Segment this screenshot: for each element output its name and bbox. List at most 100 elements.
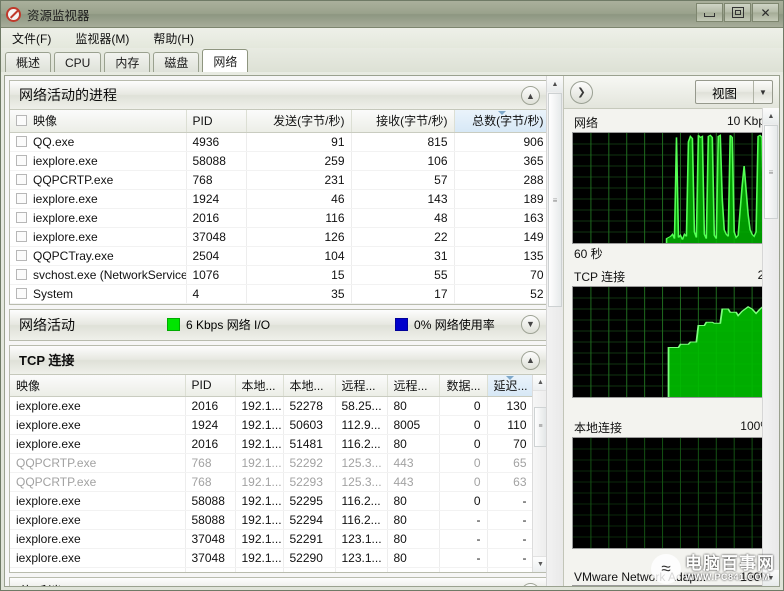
table-row[interactable]: iexplore.exe1924192.1...50603112.9...800… <box>10 416 533 435</box>
cell-remote-port: 8005 <box>387 416 439 435</box>
cell-total: 163 <box>454 208 550 227</box>
scrollbar-thumb[interactable]: ≡ <box>548 93 562 307</box>
row-checkbox[interactable] <box>16 174 27 185</box>
row-checkbox[interactable] <box>16 155 27 166</box>
cell-send: 126 <box>246 227 351 246</box>
table-row[interactable]: System4351752 <box>10 284 550 303</box>
tab-disk[interactable]: 磁盘 <box>153 52 199 72</box>
row-checkbox[interactable] <box>16 250 27 261</box>
col-recv[interactable]: 接收(字节/秒) <box>351 110 454 132</box>
row-checkbox[interactable] <box>16 136 27 147</box>
col-pid[interactable]: PID <box>186 110 246 132</box>
col-local-port[interactable]: 本地... <box>283 375 335 397</box>
col-packet-loss[interactable]: 数据... <box>439 375 487 397</box>
maximize-button[interactable] <box>724 3 751 22</box>
tab-overview[interactable]: 概述 <box>5 52 51 72</box>
chevron-down-icon[interactable]: ▼ <box>521 315 540 334</box>
chevron-up-icon[interactable]: ▲ <box>521 86 540 105</box>
table-row[interactable]: iexplore.exe37048192.1...52291123.1...80… <box>10 530 533 549</box>
cell-remote-address: 123.1... <box>335 549 387 568</box>
tcp-connections-header: TCP 连接 ▲ <box>10 346 548 375</box>
chevron-up-icon[interactable]: ▲ <box>521 583 540 587</box>
view-button[interactable]: 视图 ▼ <box>695 80 773 104</box>
table-row[interactable]: iexplore.exe192446143189 <box>10 189 550 208</box>
graph-network-title: 网络 <box>574 114 598 131</box>
row-checkbox[interactable] <box>16 212 27 223</box>
table-row[interactable]: QQPCRTP.exe76823157288 <box>10 170 550 189</box>
graph-tcp-connections: TCP 连接 20 <box>572 268 773 413</box>
menu-item-monitor[interactable]: 监视器(M) <box>72 29 132 48</box>
table-header-row: 映像 PID 发送(字节/秒) 接收(字节/秒) 总数(字节/秒) <box>10 110 550 132</box>
menu-item-file[interactable]: 文件(F) <box>9 29 54 48</box>
table-row[interactable]: iexplore.exe3704812622149 <box>10 227 550 246</box>
table-row[interactable]: iexplore.exe37048192.1...52290123.1...80… <box>10 549 533 568</box>
graph-network: 网络 10 Kbps <box>572 114 773 262</box>
network-processes-table: 映像 PID 发送(字节/秒) 接收(字节/秒) 总数(字节/秒) QQ.exe… <box>10 110 551 304</box>
table-row[interactable]: svchost.exe (NetworkService)1076155570 <box>10 265 550 284</box>
chevron-up-icon[interactable]: ▲ <box>521 351 540 370</box>
scroll-up-icon[interactable]: ▲ <box>547 76 563 92</box>
col-send[interactable]: 发送(字节/秒) <box>246 110 351 132</box>
table-row[interactable]: QQPCRTP.exe768192.1...52292125.3...44306… <box>10 454 533 473</box>
cell-remote-address: 58.25... <box>335 397 387 416</box>
cell-latency <box>487 568 533 572</box>
table-row[interactable]: QQ.exe4936192.1...52289183.1...80 <box>10 568 533 572</box>
listening-ports-panel[interactable]: 侦听端口 ▲ <box>9 577 549 587</box>
col-pid[interactable]: PID <box>185 375 235 397</box>
table-row[interactable]: QQPCTray.exe250410431135 <box>10 246 550 265</box>
tcp-connections-panel: TCP 连接 ▲ 映像 PID 本地... 本地... 远程... <box>9 345 549 573</box>
chevron-down-icon[interactable]: ▼ <box>753 81 772 103</box>
col-local-address[interactable]: 本地... <box>235 375 283 397</box>
minimize-button[interactable] <box>696 3 723 22</box>
col-latency[interactable]: 延迟... <box>487 375 533 397</box>
table-row[interactable]: iexplore.exe58088192.1...52294116.2...80… <box>10 511 533 530</box>
cell-local-address: 192.1... <box>235 549 283 568</box>
table-row[interactable]: iexplore.exe2016192.1...51481116.2...800… <box>10 435 533 454</box>
scroll-down-icon[interactable]: ▼ <box>763 570 779 586</box>
col-image[interactable]: 映像 <box>10 375 185 397</box>
menu-item-help[interactable]: 帮助(H) <box>150 29 197 48</box>
cell-pid: 37048 <box>185 549 235 568</box>
row-checkbox[interactable] <box>16 193 27 204</box>
close-button[interactable]: ✕ <box>752 3 779 22</box>
cell-packet-loss: 0 <box>439 435 487 454</box>
table-row[interactable]: iexplore.exe201611648163 <box>10 208 550 227</box>
cell-image: svchost.exe (NetworkService) <box>10 265 186 284</box>
left-pane-scrollbar[interactable]: ▲ ≡ <box>546 76 563 586</box>
table-row[interactable]: QQPCRTP.exe768192.1...52293125.3...44306… <box>10 473 533 492</box>
tab-memory[interactable]: 内存 <box>104 52 150 72</box>
col-image[interactable]: 映像 <box>10 110 186 132</box>
col-total[interactable]: 总数(字节/秒) <box>454 110 550 132</box>
col-remote-port[interactable]: 远程... <box>387 375 439 397</box>
cell-remote-address: 183.1... <box>335 568 387 572</box>
tcp-connections-title: TCP 连接 <box>19 350 74 369</box>
cell-image: QQPCTray.exe <box>10 246 186 265</box>
table-row[interactable]: iexplore.exe2016192.1...5227858.25...800… <box>10 397 533 416</box>
cell-local-address: 192.1... <box>235 492 283 511</box>
window-controls: ✕ <box>696 3 779 22</box>
cell-packet-loss: 0 <box>439 397 487 416</box>
table-row[interactable]: iexplore.exe58088259106365 <box>10 151 550 170</box>
cell-pid: 2016 <box>185 397 235 416</box>
cell-pid: 768 <box>185 454 235 473</box>
cell-pid: 1924 <box>186 189 246 208</box>
tab-network[interactable]: 网络 <box>202 49 248 72</box>
col-remote-address[interactable]: 远程... <box>335 375 387 397</box>
tab-cpu[interactable]: CPU <box>54 52 101 72</box>
row-checkbox[interactable] <box>16 231 27 242</box>
cell-local-address: 192.1... <box>235 454 283 473</box>
scroll-up-icon[interactable]: ▲ <box>763 108 779 124</box>
cell-send: 35 <box>246 284 351 303</box>
table-row[interactable]: QQ.exe493691815906 <box>10 132 550 151</box>
row-checkbox[interactable] <box>16 288 27 299</box>
chevron-right-icon[interactable]: ❯ <box>570 81 593 104</box>
graph-vmware-title: VMware Network Adap... <box>574 570 706 584</box>
network-activity-bar[interactable]: 网络活动 6 Kbps 网络 I/O 0% 网络使用率 ▼ <box>9 309 549 341</box>
maximize-icon <box>732 7 744 18</box>
sidebar-scrollbar[interactable]: ▲ ≡ ▼ <box>762 108 779 586</box>
scrollbar-thumb[interactable]: ≡ <box>764 125 778 219</box>
select-all-checkbox[interactable] <box>16 115 27 126</box>
table-row[interactable]: iexplore.exe58088192.1...52295116.2...80… <box>10 492 533 511</box>
row-checkbox[interactable] <box>16 269 27 280</box>
cell-image: iexplore.exe <box>10 511 185 530</box>
